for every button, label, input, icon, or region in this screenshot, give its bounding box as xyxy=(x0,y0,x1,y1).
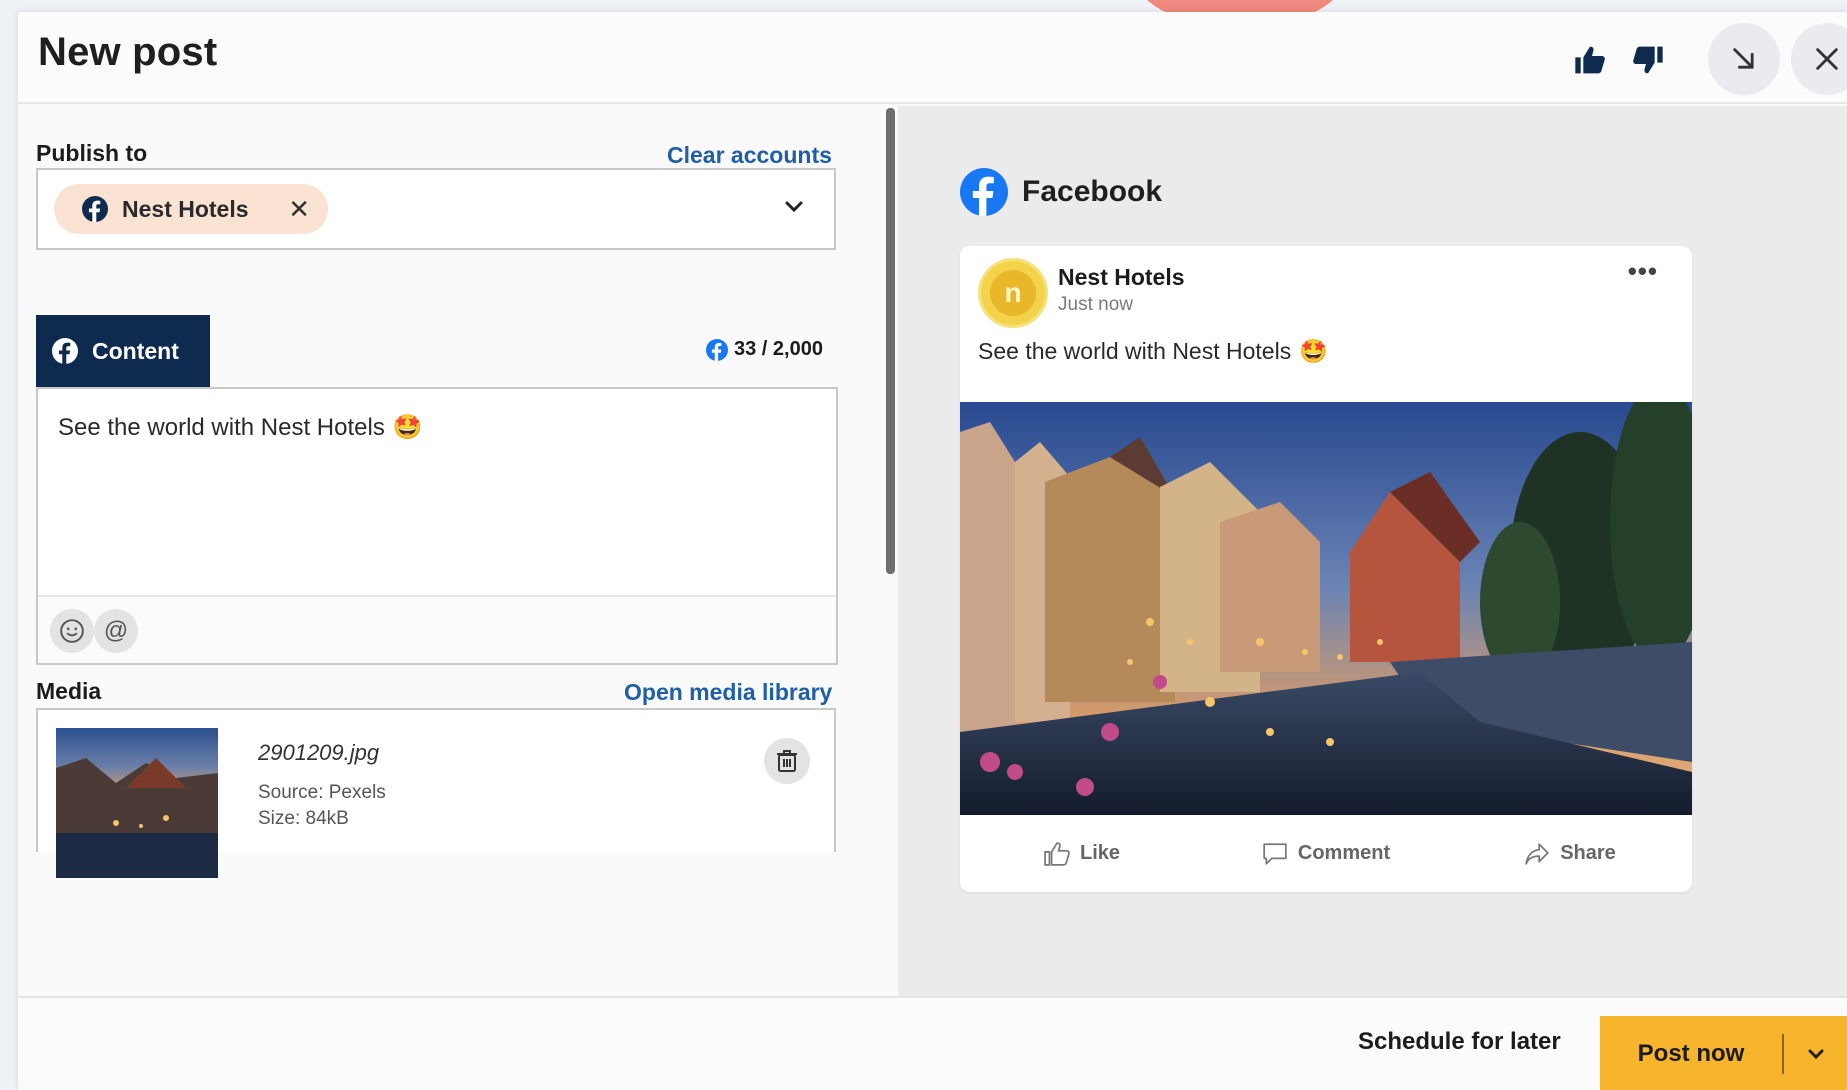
dialog-header: New post xyxy=(18,12,1847,104)
editor-text: See the world with Nest Hotels 🤩 xyxy=(58,413,423,442)
like-label: Like xyxy=(1079,842,1121,864)
account-chip[interactable]: Nest Hotels ✕ xyxy=(54,184,328,234)
new-post-dialog: New post Publish to Clear accounts Nest … xyxy=(18,12,1847,1090)
preview-post-text: See the world with Nest Hotels 🤩 xyxy=(978,338,1328,365)
media-size: Size: 84kB xyxy=(258,808,349,829)
clear-accounts-link[interactable]: Clear accounts xyxy=(667,142,832,169)
facebook-icon xyxy=(706,338,728,361)
star-struck-emoji: 🤩 xyxy=(1299,338,1328,364)
avatar: n xyxy=(978,258,1048,328)
mention-icon: @ xyxy=(103,617,129,644)
delete-media-button[interactable] xyxy=(764,738,810,784)
comment-label: Comment xyxy=(1297,842,1391,864)
chevron-down-icon xyxy=(1808,1049,1823,1060)
tab-content-label: Content xyxy=(92,337,179,364)
preview-heading: Facebook xyxy=(960,168,1162,216)
facebook-icon xyxy=(52,338,78,364)
facebook-icon xyxy=(960,168,1008,216)
character-counter: 33 / 2,000 xyxy=(706,338,823,361)
preview-timestamp: Just now xyxy=(1058,294,1133,315)
media-source: Source: Pexels xyxy=(258,782,386,803)
facebook-icon xyxy=(82,196,108,222)
close-icon xyxy=(1816,48,1838,70)
open-media-library-link[interactable]: Open media library xyxy=(624,679,832,706)
post-now-split-button: Post now xyxy=(1600,1016,1847,1090)
chevron-down-icon[interactable] xyxy=(784,200,804,214)
editor-toolbar: @ xyxy=(38,595,836,663)
media-file-name: 2901209.jpg xyxy=(258,740,380,765)
media-item: 2901209.jpg Source: Pexels Size: 84kB xyxy=(36,708,836,878)
page-title: New post xyxy=(38,30,218,74)
preview-panel: Facebook n Nest Hotels Just now ••• See … xyxy=(898,106,1847,996)
editor-text-value: See the world with Nest Hotels xyxy=(58,413,385,441)
preview-post-text-value: See the world with Nest Hotels xyxy=(978,338,1292,364)
publish-to-label: Publish to xyxy=(36,140,148,166)
preview-post-image xyxy=(960,402,1692,815)
thumbs-down-icon[interactable] xyxy=(1628,40,1668,80)
thumbs-up-icon[interactable] xyxy=(1570,40,1610,80)
emoji-icon xyxy=(60,619,84,643)
preview-account-name: Nest Hotels xyxy=(1058,264,1185,290)
minimize-button[interactable] xyxy=(1708,23,1780,95)
media-thumbnail[interactable] xyxy=(56,728,218,878)
preview-actions: Like Comment Share xyxy=(960,815,1692,892)
media-label: Media xyxy=(36,678,102,704)
tab-content[interactable]: Content xyxy=(36,315,210,387)
like-icon xyxy=(1044,841,1070,866)
emoji-button[interactable] xyxy=(50,609,94,653)
preview-platform-label: Facebook xyxy=(1022,175,1163,208)
post-options-dropdown[interactable] xyxy=(1784,1047,1847,1061)
more-options-icon[interactable]: ••• xyxy=(1628,256,1658,287)
share-button[interactable]: Share xyxy=(1448,842,1692,866)
remove-account-icon[interactable]: ✕ xyxy=(288,194,310,225)
post-now-button[interactable]: Post now xyxy=(1600,1040,1782,1068)
facebook-post-preview: n Nest Hotels Just now ••• See the world… xyxy=(960,246,1692,892)
comment-icon xyxy=(1263,842,1287,865)
comment-button[interactable]: Comment xyxy=(1204,842,1448,866)
account-select[interactable]: Nest Hotels ✕ xyxy=(36,168,836,250)
account-chip-label: Nest Hotels xyxy=(122,195,249,222)
like-button[interactable]: Like xyxy=(960,841,1204,866)
composer-panel: Publish to Clear accounts Nest Hotels ✕ … xyxy=(18,106,898,996)
mention-button[interactable]: @ xyxy=(94,609,138,653)
close-button[interactable] xyxy=(1791,23,1847,95)
nest-hotels-logo: n xyxy=(990,270,1036,316)
share-icon xyxy=(1525,842,1549,865)
counter-value: 33 / 2,000 xyxy=(734,338,823,360)
scrollbar[interactable] xyxy=(886,108,895,574)
minimize-icon xyxy=(1733,48,1754,69)
share-label: Share xyxy=(1560,842,1616,864)
star-struck-emoji: 🤩 xyxy=(392,414,423,441)
trash-icon xyxy=(777,750,797,772)
dialog-footer: Schedule for later Post now xyxy=(18,996,1847,1090)
schedule-for-later-button[interactable]: Schedule for later xyxy=(1358,1028,1561,1056)
post-text-editor[interactable]: See the world with Nest Hotels 🤩 @ xyxy=(36,387,838,665)
